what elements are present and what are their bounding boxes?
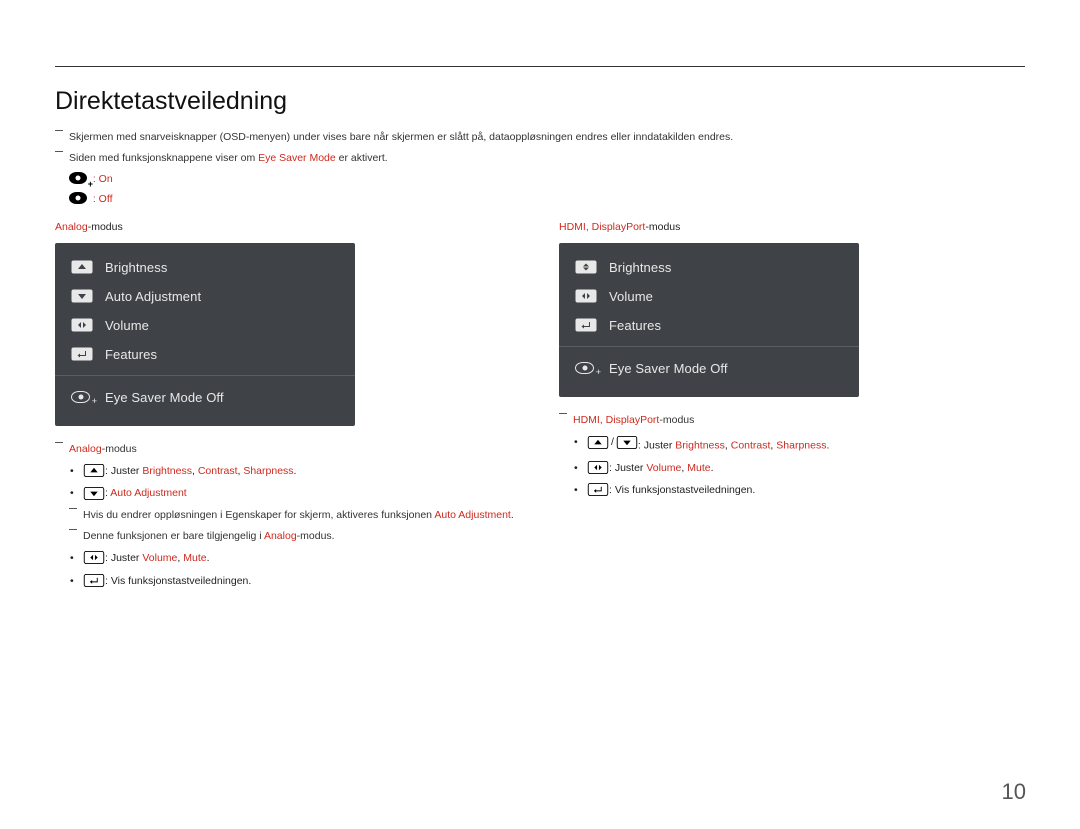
enter-key-icon [587, 483, 609, 496]
note-availability: Denne funksjonen er bare tilgjengelig i … [69, 529, 523, 544]
left-right-key-icon [587, 461, 609, 474]
up-key-icon [83, 464, 105, 477]
down-key-icon [616, 436, 638, 449]
osd-brightness: Brightness [55, 253, 355, 282]
osd-volume: Volume [559, 282, 859, 311]
osd-eyesaver: + Eye Saver Mode Off [55, 375, 355, 412]
analog-osd-panel: Brightness Auto Adjustment Volume Featur… [55, 243, 355, 426]
hdmi-osd-panel: Brightness Volume Features + Eye Saver M… [559, 243, 859, 397]
osd-auto-adjustment: Auto Adjustment [55, 282, 355, 311]
osd-eyesaver: + Eye Saver Mode Off [559, 346, 859, 383]
note-mode: HDMI, DisplayPort-modus [559, 413, 1027, 428]
left-right-key-icon [575, 289, 597, 303]
down-key-icon [71, 289, 93, 303]
bullet-features: : Vis funksjonstastveiledningen. [559, 482, 1027, 498]
enter-key-icon [575, 318, 597, 332]
bullet-auto-adjustment: : Auto Adjustment Hvis du endrer oppløsn… [55, 485, 523, 544]
up-key-icon [587, 436, 609, 449]
page-number: 10 [1002, 779, 1026, 805]
osd-features: Features [55, 340, 355, 369]
up-key-icon [71, 260, 93, 274]
enter-key-icon [71, 347, 93, 361]
bullet-features: : Vis funksjonstastveiledningen. [55, 573, 523, 589]
left-right-key-icon [83, 551, 105, 564]
bullet-volume: : Juster Volume, Mute. [559, 460, 1027, 476]
left-right-key-icon [71, 318, 93, 332]
note-resolution: Hvis du endrer oppløsningen i Egenskaper… [69, 508, 523, 523]
eye-icon: + [71, 391, 90, 403]
hdmi-column: HDMI, DisplayPort-modus Brightness Volum… [559, 221, 1027, 595]
eye-off-row: : Off [55, 192, 1025, 207]
hdmi-mode-label: HDMI, DisplayPort-modus [559, 221, 1027, 233]
analog-mode-label: Analog-modus [55, 221, 523, 233]
analog-column: Analog-modus Brightness Auto Adjustment … [55, 221, 523, 595]
analog-notes: Analog-modus : Juster Brightness, Contra… [55, 442, 523, 589]
eye-icon: + [69, 172, 87, 187]
top-rule [55, 66, 1025, 67]
osd-features: Features [559, 311, 859, 340]
note-mode: Analog-modus [55, 442, 523, 457]
bullet-volume: : Juster Volume, Mute. [55, 550, 523, 566]
osd-brightness: Brightness [559, 253, 859, 282]
eye-icon [69, 192, 87, 204]
hdmi-notes: HDMI, DisplayPort-modus / : Juster Brigh… [559, 413, 1027, 499]
down-key-icon [83, 487, 105, 500]
page-title: Direktetastveiledning [55, 87, 1025, 116]
eye-on-row: + : On [55, 172, 1025, 187]
enter-key-icon [83, 574, 105, 587]
intro-note-1: Skjermen med snarveisknapper (OSD-menyen… [55, 130, 1025, 145]
bullet-brightness: / : Juster Brightness, Contrast, Sharpne… [559, 434, 1027, 454]
up-down-key-icon [575, 260, 597, 274]
intro-note-2: Siden med funksjonsknappene viser om Eye… [55, 151, 1025, 166]
eye-icon: + [575, 362, 594, 374]
bullet-brightness: : Juster Brightness, Contrast, Sharpness… [55, 463, 523, 479]
osd-volume: Volume [55, 311, 355, 340]
